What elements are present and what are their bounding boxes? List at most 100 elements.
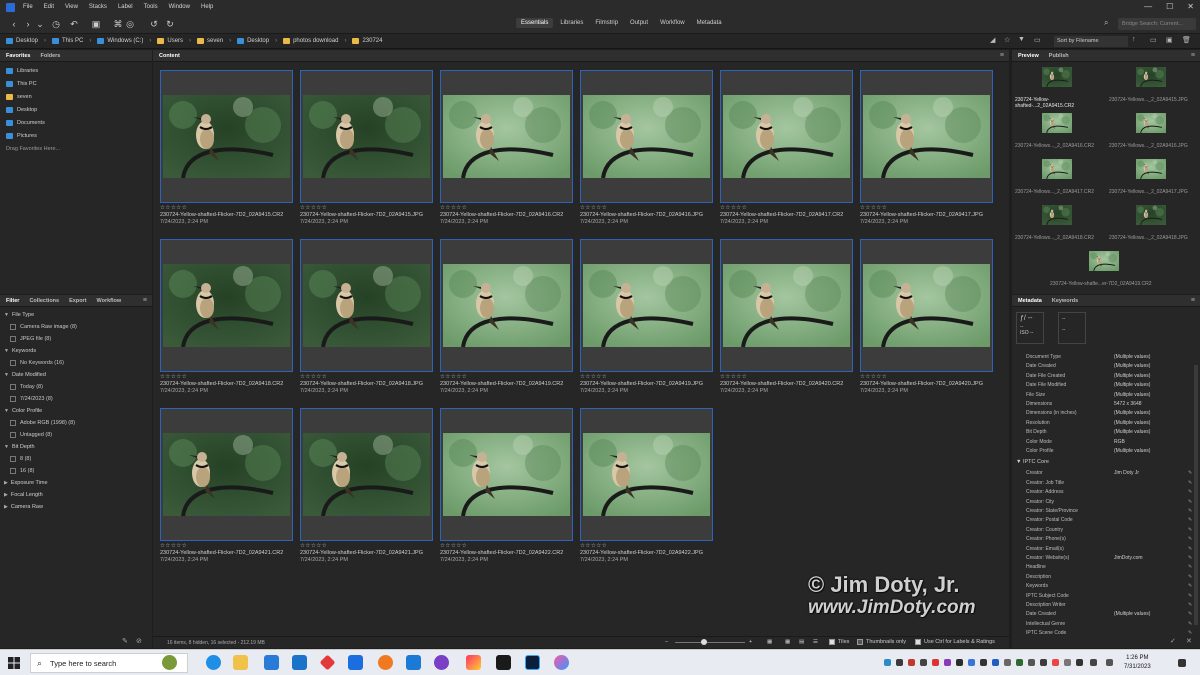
metadata-row[interactable]: Description ✎ — [1026, 574, 1196, 583]
thumbnail-cell[interactable] — [720, 70, 853, 203]
filter-icon[interactable]: ▼ — [1018, 36, 1025, 43]
metadata-row[interactable]: Creator: Country ✎ — [1026, 527, 1196, 536]
taskbar-clock[interactable]: 1:26 PM 7/31/2023 — [1124, 654, 1151, 672]
star-rating[interactable]: ☆☆☆☆☆ — [160, 205, 300, 212]
preview-thumbnail[interactable] — [1136, 67, 1166, 87]
filter-item[interactable]: Adobe RGB (1998) (8) — [0, 417, 152, 429]
metadata-row[interactable]: IPTC Subject Code ✎ — [1026, 593, 1196, 602]
panel-menu-icon[interactable]: ≡ — [1191, 297, 1195, 304]
star-filter-icon[interactable]: ☆ — [1004, 36, 1010, 44]
star-rating[interactable]: ☆☆☆☆☆ — [300, 205, 440, 212]
breadcrumb-users[interactable]: Users › — [157, 38, 191, 44]
star-rating[interactable]: ☆☆☆☆☆ — [160, 543, 300, 550]
back-icon[interactable]: ‹ — [8, 18, 20, 30]
thumbnail-cell[interactable] — [300, 70, 433, 203]
thumbnail-cell[interactable] — [860, 70, 993, 203]
thumbnail-cell[interactable] — [160, 239, 293, 372]
star-rating[interactable]: ☆☆☆☆☆ — [160, 374, 300, 381]
thumbnail-cell[interactable] — [300, 239, 433, 372]
tray-icon[interactable] — [944, 659, 951, 666]
red-app-icon[interactable] — [319, 654, 336, 671]
pencil-icon[interactable]: ✎ — [1188, 583, 1192, 589]
tray-icon[interactable] — [920, 659, 927, 666]
menu-edit[interactable]: Edit — [44, 4, 54, 10]
bluetooth-icon[interactable] — [992, 659, 999, 666]
star-rating[interactable]: ☆☆☆☆☆ — [580, 205, 720, 212]
open-camera-raw-icon[interactable]: ◎ — [124, 18, 136, 30]
star-rating[interactable]: ☆☆☆☆☆ — [580, 543, 720, 550]
firefox-icon[interactable] — [378, 655, 393, 670]
preview-thumbnail[interactable] — [1042, 67, 1072, 87]
filter-group-header[interactable]: ▼ File Type — [0, 309, 152, 321]
fav-seven[interactable]: seven — [0, 90, 152, 103]
mail-icon[interactable] — [292, 655, 307, 670]
metadata-row[interactable]: Creator: Postal Code ✎ — [1026, 517, 1196, 526]
open-recent-icon[interactable]: ▭ — [1150, 36, 1157, 44]
fav-desktop[interactable]: Desktop — [0, 103, 152, 116]
filter-group-header[interactable]: ▶ Exposure Time — [0, 477, 152, 489]
preview-thumbnail[interactable] — [1136, 159, 1166, 179]
pencil-icon[interactable]: ✎ — [1188, 602, 1192, 608]
thumbnail-cell[interactable] — [440, 70, 573, 203]
breadcrumb-photos-download[interactable]: photos download › — [283, 38, 346, 44]
pencil-icon[interactable]: ✎ — [1188, 593, 1192, 599]
view-list-icon[interactable]: ☰ — [813, 639, 818, 645]
file-explorer-icon[interactable] — [233, 655, 248, 670]
thumbnail-cell[interactable] — [160, 408, 293, 541]
sort-by-dropdown[interactable]: Sort by Filename — [1054, 36, 1128, 47]
lock-thumbnail-grid-icon[interactable]: ▦ — [767, 639, 772, 645]
delete-icon[interactable]: 🗑 — [1182, 36, 1191, 44]
tab-folders[interactable]: Folders — [40, 53, 60, 59]
pencil-icon[interactable]: ✎ — [1188, 555, 1192, 561]
tab-collections[interactable]: Collections — [29, 298, 59, 304]
filter-group-header[interactable]: ▼ Date Modified — [0, 369, 152, 381]
camera-download-icon[interactable]: ▣ — [90, 18, 102, 30]
menu-view[interactable]: View — [65, 4, 78, 10]
metadata-scrollbar[interactable] — [1194, 365, 1198, 625]
star-rating[interactable]: ☆☆☆☆☆ — [440, 205, 580, 212]
filter-item[interactable]: Today (8) — [0, 381, 152, 393]
filter-group-header[interactable]: ▶ Camera Raw — [0, 501, 152, 513]
filter-group-header[interactable]: ▼ Bit Depth — [0, 441, 152, 453]
workspace-output[interactable]: Output — [625, 18, 653, 28]
metadata-row[interactable]: Description Writer ✎ — [1026, 602, 1196, 611]
star-rating[interactable]: ☆☆☆☆☆ — [860, 205, 1000, 212]
ctrl-labels-toggle[interactable]: Use Ctrl for Labels & Ratings — [915, 639, 995, 645]
infinity-app-icon[interactable] — [434, 655, 449, 670]
fav-this-pc[interactable]: This PC — [0, 77, 152, 90]
tray-icon[interactable] — [980, 659, 987, 666]
workspace-metadata[interactable]: Metadata — [692, 18, 727, 28]
preview-thumbnail[interactable] — [1136, 205, 1166, 225]
thumbnail-cell[interactable] — [860, 239, 993, 372]
view-details-icon[interactable]: ▤ — [799, 639, 804, 645]
thumbnail-cell[interactable] — [300, 408, 433, 541]
thumbnail-cell[interactable] — [440, 408, 573, 541]
thumbnail-cell[interactable] — [580, 70, 713, 203]
breadcrumb-230724[interactable]: 230724 — [352, 38, 382, 44]
metadata-row[interactable]: Headline ✎ — [1026, 564, 1196, 573]
metadata-row[interactable]: Creator Jim Doty Jr ✎ — [1026, 470, 1196, 479]
menu-label[interactable]: Label — [118, 4, 133, 10]
minimize-icon[interactable]: — — [1144, 2, 1152, 11]
pin-icon[interactable]: ✎ — [122, 637, 128, 645]
pencil-icon[interactable]: ✎ — [1188, 574, 1192, 580]
thumbnail-cell[interactable] — [440, 239, 573, 372]
preview-thumbnail[interactable] — [1042, 159, 1072, 179]
star-rating[interactable]: ☆☆☆☆☆ — [440, 374, 580, 381]
tray-icon[interactable] — [908, 659, 915, 666]
filter-group-header[interactable]: ▼ Keywords — [0, 345, 152, 357]
thumbnail-cell[interactable] — [580, 408, 713, 541]
tray-icon[interactable] — [1052, 659, 1059, 666]
breadcrumb-seven[interactable]: seven › — [197, 38, 231, 44]
star-rating[interactable]: ☆☆☆☆☆ — [720, 205, 860, 212]
zoom-in-icon[interactable]: + — [749, 639, 752, 645]
filter-item[interactable]: 8 (8) — [0, 453, 152, 465]
workspace-libraries[interactable]: Libraries — [555, 18, 588, 28]
iptc-core-header[interactable]: ▼ IPTC Core — [1016, 459, 1049, 465]
filter-item[interactable]: Camera Raw image (8) — [0, 321, 152, 333]
maximize-icon[interactable]: ☐ — [1166, 2, 1173, 11]
metadata-row[interactable]: Creator: Job Title ✎ — [1026, 480, 1196, 489]
star-rating[interactable]: ☆☆☆☆☆ — [440, 543, 580, 550]
pencil-icon[interactable]: ✎ — [1188, 546, 1192, 552]
filter-item[interactable]: Untagged (8) — [0, 429, 152, 441]
